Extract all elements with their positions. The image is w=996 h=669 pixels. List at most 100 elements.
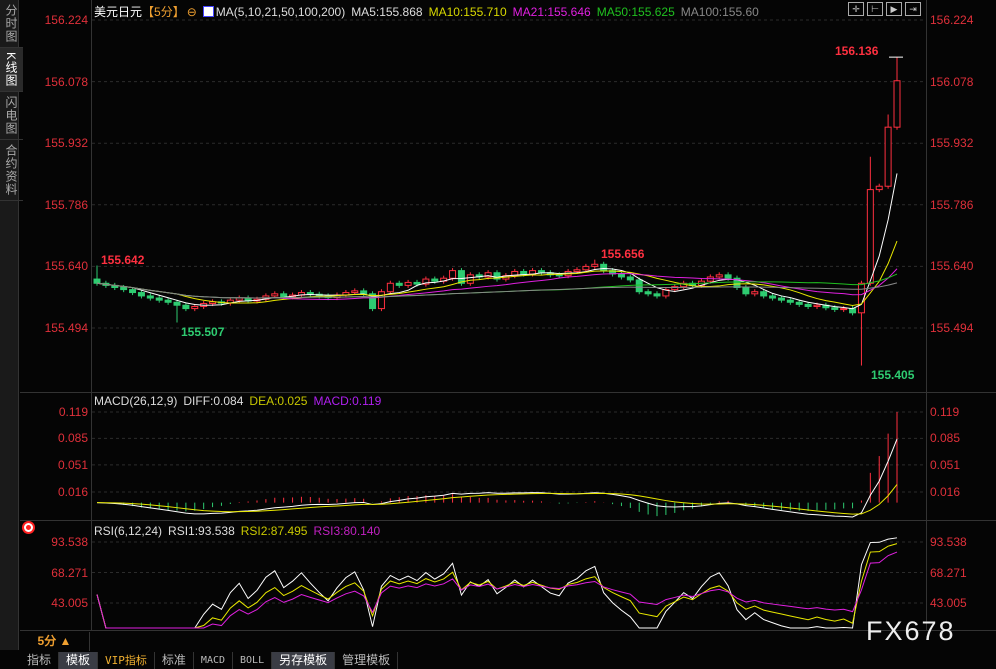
scroll-end-icon[interactable]: ⇥ [905,2,921,16]
candle-body [582,265,590,271]
price-axis-label: 156.224 [44,13,88,27]
crosshair-icon[interactable]: ✛ [848,2,864,16]
candle-body [404,281,412,286]
price-axis-label: 155.494 [930,321,974,335]
candle-body [777,297,785,301]
tab-standard[interactable]: 标准 [155,652,194,669]
bottom-tabs: 指标 模板 VIP指标 标准 MACD BOLL 另存模板 管理模板 [20,652,399,669]
candle-body [182,304,190,310]
play-icon[interactable]: ▶ [886,2,902,16]
candle-body [635,279,643,293]
candle-body [644,291,652,295]
rsi-axis-label: 68.271 [930,565,967,580]
macd-axis-label: 0.085 [930,431,961,446]
candle-body [120,286,128,291]
tab-macd[interactable]: MACD [194,652,234,669]
macd-axis-label: 0.016 [930,485,961,499]
ma-params: MA(5,10,21,50,100,200) [215,5,346,19]
period-selector[interactable]: 5分 ▲ [20,632,90,651]
candle-body [235,297,243,301]
candle-body [377,291,385,310]
tab-manage-templates[interactable]: 管理模板 [335,652,399,669]
tab-templates[interactable]: 模板 [59,652,99,669]
candle-body [617,273,625,278]
zoom-fit-icon[interactable]: ⊢ [867,2,883,16]
candle-body [164,299,172,303]
candle-body [173,301,181,306]
candle-body [573,269,581,272]
macd-value: MACD:0.119 [313,394,382,408]
tab-boll[interactable]: BOLL [233,652,273,669]
candle-body [786,299,794,303]
symbol-name: 美元日元 [94,5,143,19]
candle-body [386,282,394,293]
ma21-value: MA21:155.646 [512,5,591,19]
main-legend: 美元日元【5分】 ⊖ MA(5,10,21,50,100,200) MA5:155.8… [94,3,765,20]
macd-title: MACD(26,12,9) [94,394,178,408]
rsi3-value: RSI3:80.140 [313,524,381,538]
candle-body [804,303,812,307]
rsi2-line [96,543,898,629]
watermark: FX678 [866,616,956,646]
candle-body [600,263,608,272]
macd-axis-label: 0.051 [57,457,88,472]
settings-circle-icon[interactable]: ⊖ [187,5,197,19]
candle-body [351,290,359,294]
price-axis-label: 155.932 [930,136,974,151]
rsi3-line [96,551,898,629]
tab-save-template[interactable]: 另存模板 [272,652,336,669]
candle-body [626,276,634,281]
candle-body [413,281,421,285]
price-axis-label: 155.494 [44,321,88,335]
period-label: 【5分】 [142,5,185,19]
rsi-title: RSI(6,12,24) [94,524,163,538]
macd-axis-label: 0.119 [58,405,88,419]
rsi-axis-label: 93.538 [51,535,88,549]
price-axis-label: 155.640 [930,259,974,274]
mid-high-label: 155.656 [601,247,645,261]
tab-indicators[interactable]: 指标 [20,652,60,669]
price-axis-label: 156.078 [44,74,88,89]
ma50-value: MA50:155.625 [596,5,675,19]
candle-body [760,291,768,297]
chart-canvas[interactable] [0,0,996,669]
candle-body [280,293,288,298]
price-axis-label: 155.786 [44,197,88,212]
rsi1-line [96,537,898,629]
candle-body [840,308,848,311]
macd-axis-label: 0.051 [930,457,961,472]
price-axis-label: 156.078 [930,74,974,89]
ma5-value: MA5:155.868 [351,5,423,19]
candle-body [884,126,892,187]
macd-dea: DEA:0.025 [249,394,308,408]
candle-body [360,290,368,295]
candle-body [591,263,599,267]
chart-toolbar: ✛ ⊢ ▶ ⇥ [848,2,921,16]
tab-vip-indicators[interactable]: VIP指标 [98,652,155,669]
candle-body [715,274,723,278]
candle-body [395,282,403,286]
candle-body [875,185,883,191]
candle-body [795,301,803,305]
left-high-label: 155.642 [101,253,145,267]
price-axis-label: 155.640 [44,259,88,274]
candle-body [155,297,163,301]
candle-body [146,295,154,299]
indicator-settings-icon[interactable] [24,523,33,532]
candle-body [520,270,528,275]
price-axis-label: 155.786 [930,197,974,212]
left-low-label: 155.507 [181,325,225,339]
candle-body [191,305,199,310]
candle-body [137,292,145,297]
candle-body [724,274,732,279]
candle-body [893,80,901,128]
price-axis-label: 155.932 [44,136,88,151]
ma-chart-icon[interactable] [202,6,214,17]
rsi-axis-label: 68.271 [51,565,88,580]
macd-diff-line [96,438,898,518]
rsi2-value: RSI2:87.495 [240,524,308,538]
macd-axis-label: 0.085 [57,431,88,446]
candle-body [751,291,759,295]
low-label: 155.405 [871,368,915,382]
rsi-axis-label: 43.005 [51,596,88,610]
